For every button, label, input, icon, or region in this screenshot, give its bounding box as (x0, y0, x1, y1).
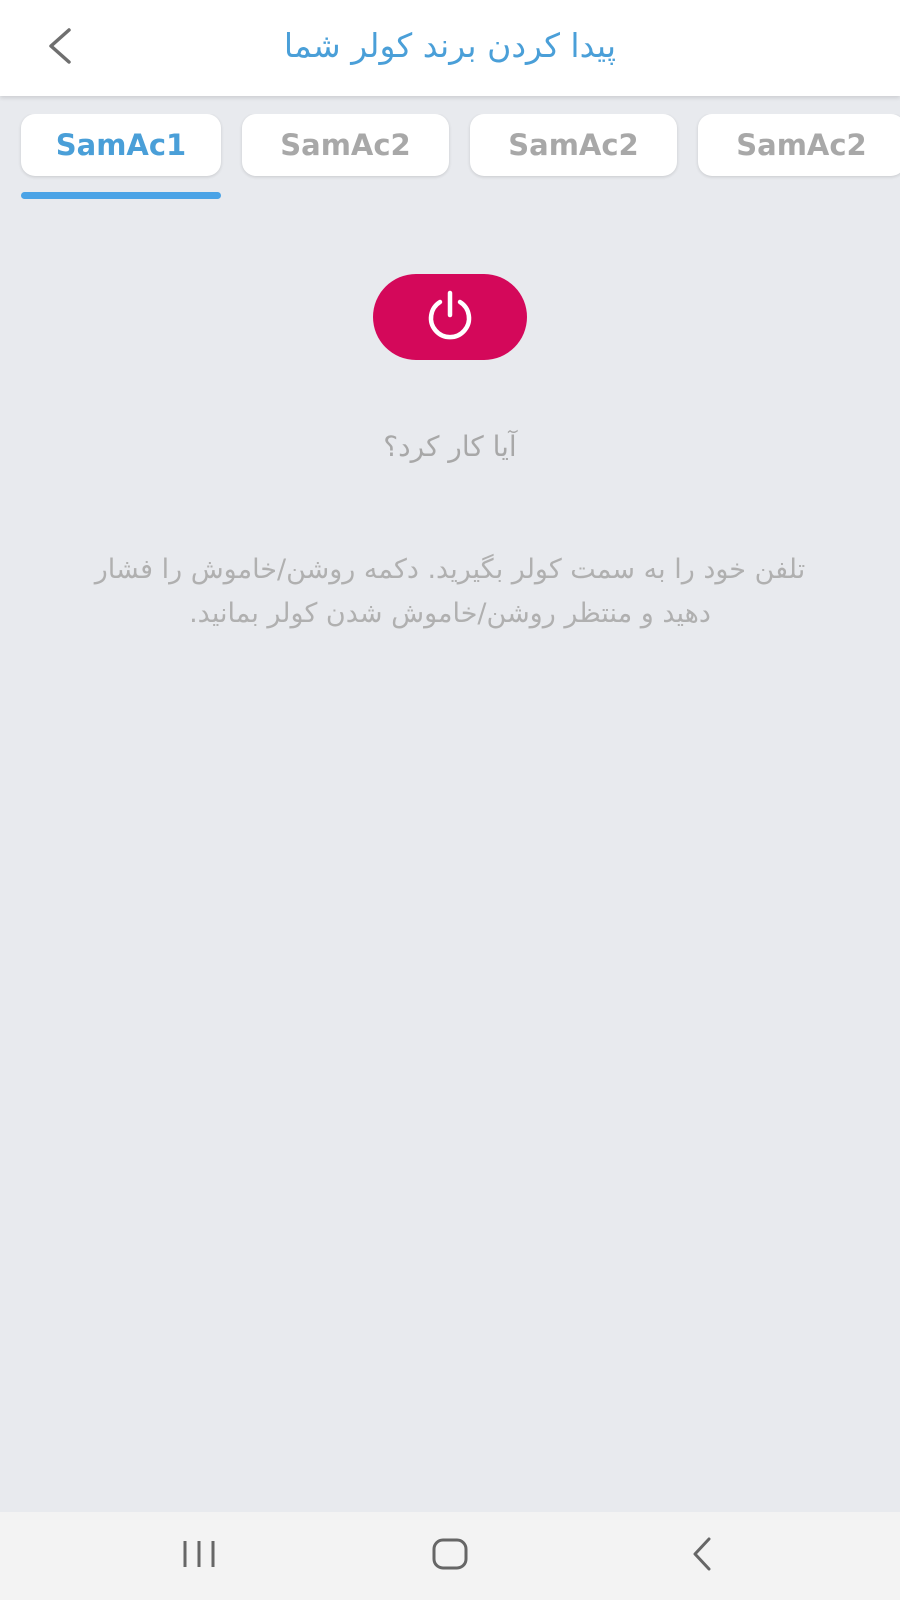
tab-samac1[interactable]: SamAc1 (21, 114, 221, 176)
tab-samac2[interactable]: SamAc2 (242, 114, 449, 176)
nav-back-button[interactable] (662, 1526, 742, 1586)
power-button[interactable] (373, 274, 527, 360)
home-icon (430, 1537, 470, 1575)
app-header: پیدا کردن برند کولر شما (0, 0, 900, 96)
instructions-text: تلفن خود را به سمت کولر بگیرید. دکمه روش… (94, 554, 806, 629)
home-button[interactable] (410, 1526, 490, 1586)
tab-samac2-second[interactable]: SamAc2 (470, 114, 677, 176)
system-navigation-bar (0, 1512, 900, 1600)
power-icon (423, 288, 477, 346)
recents-button[interactable] (159, 1526, 239, 1586)
brand-tabs: SamAc1 SamAc2 SamAc2 SamAc2 (0, 114, 900, 204)
chevron-left-icon (45, 26, 75, 70)
screen: پیدا کردن برند کولر شما SamAc1 SamAc2 Sa… (0, 0, 900, 1600)
back-button[interactable] (30, 18, 90, 78)
active-tab-indicator (21, 192, 221, 199)
recents-icon (179, 1537, 219, 1575)
page-title: پیدا کردن برند کولر شما (283, 26, 617, 65)
tab-samac2-third[interactable]: SamAc2 (698, 114, 900, 176)
did-it-work-text: آیا کار کرد؟ (383, 430, 517, 463)
back-icon (687, 1536, 717, 1576)
